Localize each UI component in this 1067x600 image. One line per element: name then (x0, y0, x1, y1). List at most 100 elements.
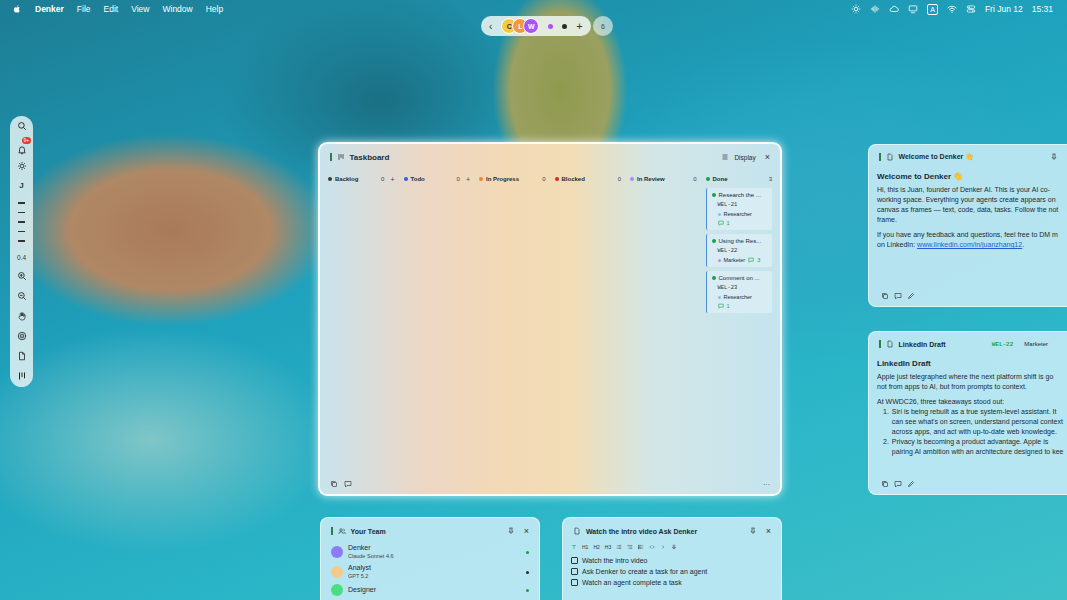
pin-icon[interactable] (507, 527, 515, 535)
window-title: Taskboard (350, 153, 390, 162)
add-task-button[interactable]: + (390, 176, 394, 183)
status-dot[interactable] (562, 24, 567, 29)
task-card[interactable]: Comment on ...WEL-23Researcher1 (706, 271, 773, 313)
search-icon[interactable] (17, 121, 27, 131)
wifi-icon[interactable] (947, 4, 957, 14)
chevron-icon[interactable] (660, 544, 666, 550)
comment-icon[interactable] (894, 292, 902, 300)
menu-item[interactable]: Help (206, 4, 223, 14)
heading-button[interactable]: H3 (605, 544, 611, 550)
pencil-icon[interactable] (907, 292, 915, 300)
team-member[interactable]: DenkerClaude Sonnet 4.6 (331, 544, 529, 560)
kanban-icon[interactable] (17, 371, 27, 381)
linkedin-draft-card[interactable]: LinkedIn DraftWEL-22MarketerLinkedIn Dra… (868, 331, 1067, 495)
checklist-icon[interactable] (638, 544, 644, 550)
team-window[interactable]: Your Team×DenkerClaude Sonnet 4.6Analyst… (320, 517, 540, 600)
app-menu[interactable]: Denker (35, 4, 64, 14)
menu-item[interactable]: View (131, 4, 149, 14)
menu-item[interactable]: Edit (104, 4, 119, 14)
audio-icon[interactable] (870, 4, 880, 14)
add-task-button[interactable]: + (466, 176, 470, 183)
welcome-card[interactable]: Welcome to Denker 👋Welcome to Denker 👋Hi… (868, 144, 1067, 307)
task-card[interactable]: Using the Res...WEL-22Marketer3 (706, 234, 773, 267)
comment-icon[interactable] (344, 480, 352, 488)
pin-icon[interactable] (749, 527, 757, 535)
target-icon[interactable] (17, 331, 27, 341)
drag-handle[interactable] (879, 153, 881, 161)
copy-icon[interactable] (330, 480, 338, 488)
input-source[interactable]: A (927, 4, 938, 15)
back-button[interactable]: ‹ (489, 21, 492, 32)
copy-icon[interactable] (881, 480, 889, 488)
add-button[interactable]: + (576, 20, 582, 32)
collaborator-count[interactable]: 6 (593, 16, 613, 36)
drag-handle[interactable] (330, 153, 332, 161)
item-label: Watch the intro video (582, 556, 648, 565)
menu-item[interactable]: File (77, 4, 91, 14)
agent-avatar (331, 566, 343, 578)
document-icon (573, 527, 581, 535)
bullet-list-icon[interactable] (616, 544, 622, 550)
status-dot (712, 276, 716, 280)
microphone-icon[interactable] (671, 544, 677, 550)
bell-icon[interactable] (17, 145, 27, 155)
checkbox[interactable] (571, 557, 578, 564)
numbered-list-icon[interactable] (627, 544, 633, 550)
task-id[interactable]: WEL-22 (992, 341, 1014, 348)
control-center-icon[interactable] (966, 4, 976, 14)
display-icon[interactable] (721, 153, 729, 161)
frame-mark[interactable] (18, 212, 25, 214)
checklist-item[interactable]: Watch the intro video (571, 556, 773, 565)
hand-icon[interactable] (17, 311, 27, 321)
close-button[interactable]: × (765, 152, 770, 162)
more-button[interactable]: ··· (763, 481, 770, 488)
brightness-icon[interactable] (851, 4, 861, 14)
zoom-out-icon[interactable] (17, 291, 27, 301)
frame-mark[interactable] (18, 231, 25, 233)
comment-icon[interactable] (894, 480, 902, 488)
team-member[interactable]: AnalystGPT 5.2 (331, 564, 529, 580)
copy-icon[interactable] (881, 292, 889, 300)
checkbox[interactable] (571, 579, 578, 586)
zoom-in-icon[interactable] (17, 271, 27, 281)
user-button[interactable]: J (19, 181, 23, 190)
menu-item[interactable]: Window (162, 4, 192, 14)
linkedin-link[interactable]: www.linkedin.com/in/juanzhang12 (917, 241, 1022, 248)
frame-mark[interactable] (18, 202, 25, 204)
frame-mark[interactable] (18, 240, 25, 242)
pencil-icon[interactable] (907, 480, 915, 488)
code-icon[interactable] (649, 544, 655, 550)
notifications[interactable]: 9+ (17, 141, 27, 151)
task-card[interactable]: Research the ...WEL-21Researcher1 (706, 188, 773, 230)
sun-icon[interactable] (17, 161, 27, 171)
checklist-item[interactable]: Watch an agent complete a task (571, 578, 773, 587)
drag-handle[interactable] (879, 340, 881, 348)
task-title-row: Comment on ... (712, 275, 769, 281)
cloud-icon[interactable] (889, 4, 899, 14)
checklist-item[interactable]: Ask Denker to create a task for an agent (571, 567, 773, 576)
display-button[interactable]: Display (734, 154, 755, 161)
checkbox[interactable] (571, 568, 578, 575)
checklist-window[interactable]: Watch the intro video Ask Denker×H1H2H3W… (562, 517, 782, 600)
heading-button[interactable]: H2 (593, 544, 599, 550)
team-member[interactable]: Designer (331, 584, 529, 596)
status-dot (712, 239, 716, 243)
mirror-icon[interactable] (908, 4, 918, 14)
pin-icon[interactable] (1050, 153, 1058, 161)
status-dot (712, 193, 716, 197)
heading-button[interactable]: H1 (582, 544, 588, 550)
status-dot (479, 177, 483, 181)
text-icon[interactable] (571, 544, 577, 550)
date[interactable]: Fri Jun 12 (985, 4, 1023, 14)
close-button[interactable]: × (524, 526, 529, 536)
time[interactable]: 15:31 (1032, 4, 1053, 14)
close-button[interactable]: × (766, 526, 771, 536)
taskboard-window[interactable]: TaskboardDisplay×Backlog0+Todo0+In Progr… (318, 142, 782, 496)
collaborator-avatar[interactable]: W (523, 18, 539, 34)
drag-handle[interactable] (331, 527, 333, 535)
status-dot[interactable] (548, 24, 553, 29)
apple-icon[interactable] (12, 4, 22, 14)
frame-mark[interactable] (18, 221, 25, 223)
document-icon[interactable] (17, 351, 27, 361)
task-title-row: Research the ... (712, 192, 769, 198)
